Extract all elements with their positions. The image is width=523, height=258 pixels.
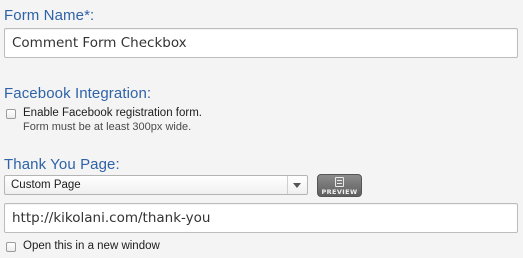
facebook-width-note: Form must be at least 300px wide. — [23, 121, 192, 133]
thank-you-url-input[interactable] — [4, 203, 518, 233]
thank-you-page-select-value: Custom Page — [11, 179, 81, 191]
open-new-window-label: Open this in a new window — [23, 240, 160, 252]
form-name-label: Form Name*: — [4, 7, 95, 24]
facebook-integration-label: Facebook Integration: — [4, 85, 152, 102]
thank-you-page-select[interactable]: Custom Page — [4, 175, 308, 195]
form-name-input[interactable] — [4, 28, 518, 58]
facebook-registration-label: Enable Facebook registration form. — [23, 107, 202, 119]
chevron-down-icon — [287, 176, 307, 194]
document-icon — [335, 177, 344, 187]
preview-button[interactable]: PREVIEW — [317, 174, 362, 197]
thank-you-page-label: Thank You Page: — [4, 156, 120, 173]
preview-button-label: PREVIEW — [321, 188, 358, 196]
open-new-window-checkbox[interactable] — [6, 242, 16, 252]
facebook-registration-checkbox[interactable] — [6, 109, 16, 119]
